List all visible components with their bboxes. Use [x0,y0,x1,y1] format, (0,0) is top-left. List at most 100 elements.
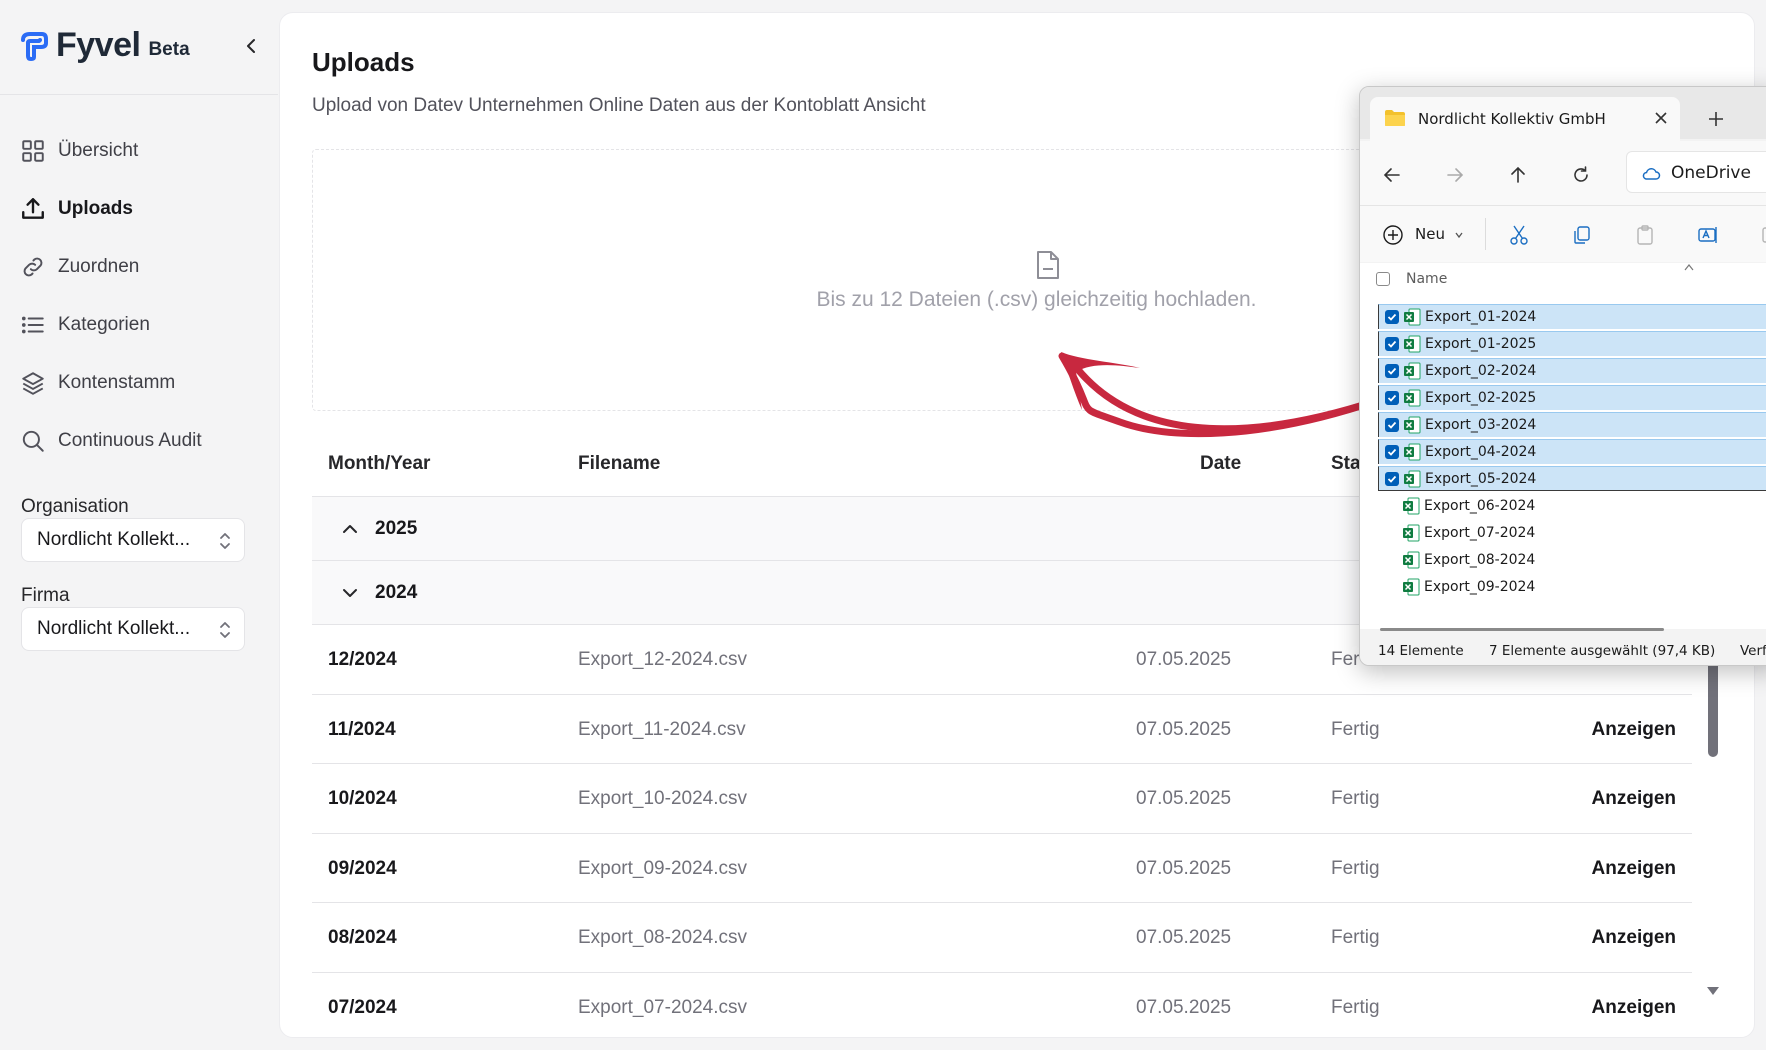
refresh-icon[interactable] [1571,165,1591,185]
checkbox-checked[interactable] [1385,391,1399,405]
sidebar-item-label: Zuordnen [58,256,140,277]
file-item[interactable]: Export_07-2024 [1378,521,1766,546]
cell-filename: Export_10-2024.csv [578,788,747,809]
file-item[interactable]: Export_06-2024 [1378,494,1766,519]
file-name: Export_01-2025 [1425,336,1537,352]
checkbox-checked[interactable] [1385,445,1399,459]
sidebar-item-zuordnen[interactable]: Zuordnen [20,238,202,296]
cut-icon[interactable] [1508,224,1530,246]
layers-icon [22,372,44,395]
explorer-address-bar[interactable]: OneDrive [1626,151,1766,193]
new-tab-icon[interactable] [1708,111,1724,127]
column-name[interactable]: Name [1406,271,1447,287]
cell-date: 07.05.2025 [1136,718,1232,740]
new-button-label[interactable]: Neu [1415,225,1445,243]
paste-icon[interactable] [1634,224,1656,246]
file-item[interactable]: Export_03-2024 [1378,412,1766,437]
cell-status: Fertig [1331,718,1380,740]
organisation-select[interactable]: Nordlicht Kollekt... [21,518,245,562]
excel-file-icon [1404,362,1421,380]
forward-arrow-icon[interactable] [1445,165,1465,185]
checkbox-checked[interactable] [1385,472,1399,486]
cell-filename: Export_09-2024.csv [578,857,747,879]
sidebar-item-label: Übersicht [58,140,139,161]
sidebar-item-label: Continuous Audit [58,430,202,451]
sidebar-item-continuous-audit[interactable]: Continuous Audit [20,412,202,470]
table-row: 08/2024 Export_08-2024.csv 07.05.2025 Fe… [312,903,1692,973]
check-icon [1387,394,1397,402]
checkbox-checked[interactable] [1385,364,1399,378]
view-button[interactable]: Anzeigen [1592,719,1676,741]
view-button[interactable]: Anzeigen [1592,927,1676,949]
checkbox-checked[interactable] [1385,337,1399,351]
file-item[interactable]: Export_02-2025 [1378,385,1766,410]
file-item[interactable]: Export_04-2024 [1378,439,1766,464]
view-button[interactable]: Anzeigen [1592,858,1676,880]
back-arrow-icon[interactable] [1382,165,1402,185]
list-icon [21,316,44,334]
file-item[interactable]: Export_02-2024 [1378,358,1766,383]
sidebar-item-kontenstamm[interactable]: Kontenstamm [20,354,202,412]
file-explorer-window: Nordlicht Kollektiv GmbH OneDrive Neu Na… [1359,86,1766,666]
share-icon[interactable] [1760,224,1766,246]
file-name: Export_09-2024 [1424,579,1536,595]
copy-icon[interactable] [1571,224,1593,246]
firma-value: Nordlicht Kollekt... [37,618,191,639]
chevron-down-icon [343,589,357,597]
file-item[interactable]: Export_08-2024 [1378,548,1766,573]
sidebar-item-label: Kontenstamm [58,372,176,393]
organisation-value: Nordlicht Kollekt... [37,529,191,550]
column-status[interactable]: Sta [1331,453,1361,475]
file-item[interactable]: Export_01-2024 [1378,304,1766,329]
add-circle-icon[interactable] [1382,224,1404,246]
cell-date: 07.05.2025 [1136,788,1232,809]
sidebar: Fyvel Beta Übersicht Uploads Zuordnen Ka… [0,0,278,1050]
app-logo[interactable]: Fyvel Beta [20,26,190,65]
sidebar-item-uploads[interactable]: Uploads [20,180,202,238]
sidebar-item-uebersicht[interactable]: Übersicht [20,122,202,180]
view-button[interactable]: Anzeigen [1592,997,1676,1019]
select-all-checkbox[interactable] [1376,272,1390,286]
folder-icon [1385,110,1405,126]
rename-icon[interactable] [1697,224,1719,246]
sidebar-item-kategorien[interactable]: Kategorien [20,296,202,354]
file-name: Export_06-2024 [1424,498,1536,514]
up-arrow-icon[interactable] [1508,165,1528,185]
file-item[interactable]: Export_01-2025 [1378,331,1766,356]
scroll-down-icon[interactable] [1705,985,1721,997]
chevron-updown-icon [220,533,230,549]
check-icon [1387,448,1397,456]
firma-select[interactable]: Nordlicht Kollekt... [21,607,245,651]
grid-icon [22,140,44,162]
checkbox-checked[interactable] [1385,418,1399,432]
file-name: Export_04-2024 [1425,444,1537,460]
cell-filename: Export_08-2024.csv [578,927,747,948]
group-year: 2025 [375,518,418,539]
cell-date: 07.05.2025 [1136,857,1232,879]
checkbox-checked[interactable] [1385,310,1399,324]
column-filename[interactable]: Filename [578,453,660,475]
sidebar-item-label: Uploads [58,198,133,219]
collapse-sidebar-icon[interactable] [242,36,260,56]
column-month-year[interactable]: Month/Year [328,453,430,475]
explorer-horizontal-scrollbar[interactable] [1380,628,1664,631]
file-name: Export_02-2025 [1425,390,1537,406]
explorer-tab[interactable]: Nordlicht Kollektiv GmbH [1370,97,1680,141]
excel-file-icon [1403,497,1420,515]
file-name: Export_05-2024 [1425,471,1537,487]
cell-date: 07.05.2025 [1136,927,1232,948]
view-button[interactable]: Anzeigen [1592,788,1676,810]
search-icon [22,430,44,452]
check-icon [1387,367,1397,375]
cell-status: Fertig [1331,927,1380,948]
file-name: Export_07-2024 [1424,525,1536,541]
explorer-toolbar: Neu [1360,206,1766,262]
sidebar-divider [0,94,278,95]
file-item[interactable]: Export_05-2024 [1378,466,1766,491]
organisation-label: Organisation [21,496,129,517]
file-name: Export_08-2024 [1424,552,1536,568]
file-item[interactable]: Export_09-2024 [1378,575,1766,600]
cell-status: Fertig [1331,788,1380,809]
close-icon[interactable] [1654,111,1668,125]
column-date[interactable]: Date [1200,453,1241,475]
